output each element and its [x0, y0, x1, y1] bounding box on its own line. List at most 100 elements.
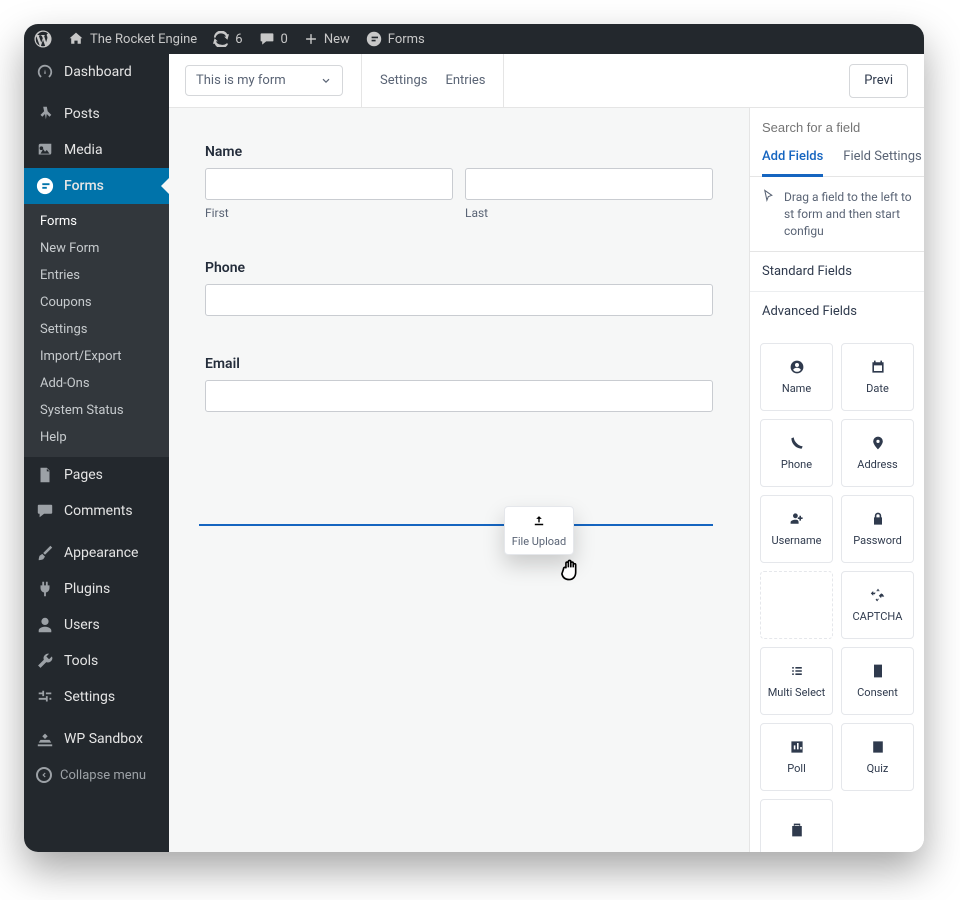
field-label: Email — [205, 356, 713, 372]
submenu-help[interactable]: Help — [24, 424, 169, 451]
doc-icon — [870, 663, 886, 679]
field-empty-card[interactable] — [760, 571, 833, 639]
sidebar-label: WP Sandbox — [64, 731, 143, 747]
advanced-field-grid: Name Date Phone — [750, 331, 924, 852]
last-sublabel: Last — [465, 206, 713, 220]
submenu-system-status[interactable]: System Status — [24, 397, 169, 424]
header-entries-link[interactable]: Entries — [445, 73, 485, 88]
admin-sidebar: Dashboard Posts Media Forms Forms Ne — [24, 54, 169, 852]
forms-bar-link[interactable]: Forms — [366, 31, 425, 47]
updates-link[interactable]: 6 — [213, 31, 242, 47]
field-address-card[interactable]: Address — [841, 419, 914, 487]
submenu-settings[interactable]: Settings — [24, 316, 169, 343]
new-label: New — [324, 32, 350, 47]
grab-cursor-icon — [557, 556, 583, 582]
form-header-bar: This is my form Settings Entries Previ — [169, 54, 924, 108]
section-standard-fields[interactable]: Standard Fields — [750, 252, 924, 292]
sidebar-item-users[interactable]: Users — [24, 607, 169, 643]
field-quiz-card[interactable]: Quiz — [841, 723, 914, 791]
lock-icon — [870, 511, 886, 527]
section-advanced-fields[interactable]: Advanced Fields — [750, 292, 924, 331]
submenu-add-ons[interactable]: Add-Ons — [24, 370, 169, 397]
sidebar-label: Comments — [64, 503, 133, 519]
submenu-coupons[interactable]: Coupons — [24, 289, 169, 316]
sidebar-item-plugins[interactable]: Plugins — [24, 571, 169, 607]
last-name-input[interactable] — [465, 168, 713, 200]
header-settings-link[interactable]: Settings — [380, 73, 427, 88]
wp-logo[interactable] — [34, 30, 52, 48]
drop-indicator — [199, 524, 713, 526]
chevron-left-icon — [36, 767, 52, 783]
field-password-card[interactable]: Password — [841, 495, 914, 563]
quiz-icon — [870, 739, 886, 755]
comments-link[interactable]: 0 — [259, 31, 288, 47]
form-canvas[interactable]: Name First Last — [169, 108, 749, 852]
plug-icon — [36, 580, 54, 598]
clipboard-icon — [789, 822, 805, 838]
field-phone[interactable]: Phone — [205, 260, 713, 316]
forms-icon — [366, 31, 382, 47]
sidebar-item-wpsandbox[interactable]: WP Sandbox — [24, 721, 169, 757]
card-label: Phone — [781, 458, 812, 471]
app-window: The Rocket Engine 6 0 New Forms — [24, 24, 924, 852]
card-label: CAPTCHA — [853, 610, 903, 623]
sidebar-item-posts[interactable]: Posts — [24, 96, 169, 132]
home-icon — [68, 31, 84, 47]
user-icon — [36, 616, 54, 634]
field-label: Phone — [205, 260, 713, 276]
tab-add-fields[interactable]: Add Fields — [762, 149, 823, 177]
sidebar-item-settings[interactable]: Settings — [24, 679, 169, 715]
dragged-field-chip[interactable]: File Upload — [504, 506, 574, 555]
divider — [503, 54, 504, 108]
first-name-input[interactable] — [205, 168, 453, 200]
phone-input[interactable] — [205, 284, 713, 316]
plus-icon — [304, 32, 318, 46]
sidebar-item-forms[interactable]: Forms — [24, 168, 169, 204]
sidebar-label: Tools — [64, 653, 98, 669]
field-captcha-card[interactable]: CAPTCHA — [841, 571, 914, 639]
form-switcher[interactable]: This is my form — [185, 65, 343, 96]
sliders-icon — [36, 688, 54, 706]
forms-submenu: Forms New Form Entries Coupons Settings … — [24, 204, 169, 457]
card-label: Date — [866, 382, 889, 395]
email-input[interactable] — [205, 380, 713, 412]
submenu-new-form[interactable]: New Form — [24, 235, 169, 262]
submenu-entries[interactable]: Entries — [24, 262, 169, 289]
hint-text: Drag a field to the left to st form and … — [784, 189, 912, 239]
sidebar-label: Pages — [64, 467, 103, 483]
field-phone-card[interactable]: Phone — [760, 419, 833, 487]
field-date-card[interactable]: Date — [841, 343, 914, 411]
sidebar-item-media[interactable]: Media — [24, 132, 169, 168]
field-consent-card[interactable]: Consent — [841, 647, 914, 715]
sidebar-item-comments[interactable]: Comments — [24, 493, 169, 529]
card-label: Address — [857, 458, 897, 471]
field-username-card[interactable]: Username — [760, 495, 833, 563]
field-name[interactable]: Name First Last — [205, 144, 713, 220]
sidebar-item-pages[interactable]: Pages — [24, 457, 169, 493]
sidebar-item-tools[interactable]: Tools — [24, 643, 169, 679]
refresh-icon — [213, 31, 229, 47]
cursor-icon — [762, 189, 776, 203]
submenu-import-export[interactable]: Import/Export — [24, 343, 169, 370]
pin-icon — [870, 435, 886, 451]
field-name-card[interactable]: Name — [760, 343, 833, 411]
field-multiselect-card[interactable]: Multi Select — [760, 647, 833, 715]
sidebar-item-appearance[interactable]: Appearance — [24, 535, 169, 571]
collapse-menu[interactable]: Collapse menu — [24, 757, 169, 793]
site-title: The Rocket Engine — [90, 32, 197, 47]
preview-button[interactable]: Previ — [849, 64, 908, 98]
sidebar-item-dashboard[interactable]: Dashboard — [24, 54, 169, 90]
field-clipboard-card[interactable] — [760, 799, 833, 852]
field-email[interactable]: Email — [205, 356, 713, 412]
field-poll-card[interactable]: Poll — [760, 723, 833, 791]
site-home-link[interactable]: The Rocket Engine — [68, 31, 197, 47]
new-link[interactable]: New — [304, 32, 350, 47]
field-panel: Add Fields Field Settings Drag a field t… — [749, 108, 924, 852]
gauge-icon — [36, 63, 54, 81]
card-label: Consent — [857, 686, 898, 699]
tab-field-settings[interactable]: Field Settings — [843, 149, 921, 176]
user-plus-icon — [789, 511, 805, 527]
panel-hint: Drag a field to the left to st form and … — [750, 177, 924, 252]
field-search-input[interactable] — [762, 120, 912, 135]
submenu-forms[interactable]: Forms — [24, 208, 169, 235]
